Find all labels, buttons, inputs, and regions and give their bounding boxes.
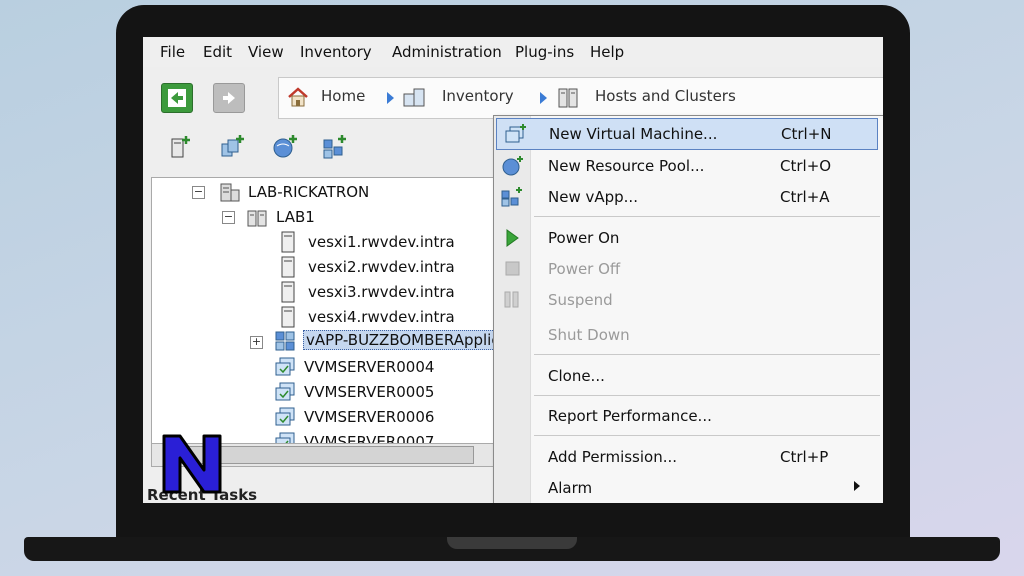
menu-item-shut-down: Shut Down: [494, 320, 883, 350]
tree-item-label: vesxi3.rwvdev.intra: [308, 283, 455, 301]
collapse-toggle[interactable]: −: [222, 211, 235, 224]
tree-item-label: VVMSERVER0006: [304, 408, 435, 426]
hosts-clusters-icon: [558, 88, 578, 108]
menu-bar: File Edit View Inventory Administration …: [143, 37, 883, 67]
tree-item-label-selected: vAPP-BUZZBOMBERApplic: [303, 330, 497, 350]
cluster-icon: [247, 210, 267, 227]
menu-separator: [534, 395, 880, 396]
new-cluster-icon[interactable]: [219, 133, 247, 161]
menu-separator: [534, 354, 880, 355]
host-server-icon: [281, 231, 295, 253]
arrow-left-icon: [168, 89, 186, 107]
arrow-right-icon: [223, 92, 235, 104]
menu-item-label: New Virtual Machine...: [549, 125, 718, 143]
vsphere-client-window: File Edit View Inventory Administration …: [143, 37, 883, 503]
menu-file[interactable]: File: [160, 43, 185, 61]
datacenter-icon: [220, 183, 240, 202]
virtual-machine-icon: [275, 357, 295, 376]
menu-item-report-performance[interactable]: Report Performance...: [494, 401, 883, 431]
n-logo-icon: [162, 434, 222, 494]
forward-button[interactable]: [213, 83, 245, 113]
new-vapp-icon[interactable]: [321, 133, 349, 161]
breadcrumb: Home Inventory Hosts and Clusters: [278, 77, 883, 119]
context-menu: New Virtual Machine... Ctrl+N New Resour…: [493, 115, 883, 503]
tree-item-label: vesxi1.rwvdev.intra: [308, 233, 455, 251]
menu-item-label: Clone...: [548, 367, 605, 385]
menu-item-shortcut: Ctrl+N: [781, 125, 832, 143]
menu-item-label: Shut Down: [548, 326, 630, 344]
new-resource-pool-icon[interactable]: [271, 133, 299, 161]
host-server-icon: [281, 306, 295, 328]
tree-item-label: LAB1: [276, 208, 315, 226]
chevron-right-icon: [387, 92, 394, 104]
tree-item-label: vesxi2.rwvdev.intra: [308, 258, 455, 276]
virtual-machine-icon: [275, 407, 295, 426]
home-icon: [288, 87, 308, 107]
menu-item-add-permission[interactable]: Add Permission... Ctrl+P: [494, 442, 883, 472]
menu-item-label: Alarm: [548, 479, 593, 497]
menu-item-label: New Resource Pool...: [548, 157, 705, 175]
new-vm-icon: [505, 124, 526, 143]
menu-administration[interactable]: Administration: [392, 43, 502, 61]
menu-item-label: Report Performance...: [548, 407, 712, 425]
menu-item-power-on[interactable]: Power On: [494, 223, 883, 253]
laptop-notch: [447, 537, 577, 549]
collapse-toggle[interactable]: −: [192, 186, 205, 199]
menu-separator: [534, 216, 880, 217]
menu-separator: [534, 435, 880, 436]
menu-item-label: Power Off: [548, 260, 621, 278]
pause-icon: [504, 291, 519, 308]
menu-item-new-vapp[interactable]: New vApp... Ctrl+A: [494, 182, 883, 212]
expand-toggle[interactable]: +: [250, 336, 263, 349]
inventory-tree: − LAB-RICKATRON − LAB1 vesxi1.rwvdev.int…: [151, 177, 498, 461]
stop-icon: [505, 261, 520, 276]
virtual-machine-icon: [275, 382, 295, 401]
host-server-icon: [281, 281, 295, 303]
host-server-icon: [281, 256, 295, 278]
menu-inventory[interactable]: Inventory: [300, 43, 372, 61]
menu-item-shortcut: Ctrl+A: [780, 188, 830, 206]
menu-item-alarm[interactable]: Alarm: [494, 473, 883, 503]
new-vapp-icon: [501, 187, 522, 207]
new-resource-pool-icon: [502, 156, 523, 176]
menu-item-shortcut: Ctrl+O: [780, 157, 832, 175]
breadcrumb-hosts-and-clusters[interactable]: Hosts and Clusters: [595, 87, 736, 105]
menu-item-label: New vApp...: [548, 188, 638, 206]
menu-item-power-off: Power Off: [494, 254, 883, 284]
menu-item-clone[interactable]: Clone...: [494, 361, 883, 391]
menu-item-label: Suspend: [548, 291, 613, 309]
breadcrumb-home[interactable]: Home: [321, 87, 365, 105]
menu-item-suspend: Suspend: [494, 285, 883, 315]
new-host-icon[interactable]: [167, 133, 195, 161]
tree-item-label: LAB-RICKATRON: [248, 183, 370, 201]
menu-help[interactable]: Help: [590, 43, 624, 61]
tree-item-label: VVMSERVER0005: [304, 383, 435, 401]
back-button[interactable]: [161, 83, 193, 113]
breadcrumb-inventory[interactable]: Inventory: [442, 87, 514, 105]
tree-item-label: vesxi4.rwvdev.intra: [308, 308, 455, 326]
menu-edit[interactable]: Edit: [203, 43, 232, 61]
submenu-arrow-icon: [854, 481, 860, 491]
menu-item-label: Add Permission...: [548, 448, 678, 466]
menu-item-new-resource-pool[interactable]: New Resource Pool... Ctrl+O: [494, 151, 883, 181]
vapp-icon: [275, 331, 295, 351]
menu-plugins[interactable]: Plug-ins: [515, 43, 574, 61]
play-icon: [506, 229, 519, 247]
chevron-right-icon: [540, 92, 547, 104]
tree-item-label: VVMSERVER0004: [304, 358, 435, 376]
menu-item-label: Power On: [548, 229, 620, 247]
menu-view[interactable]: View: [248, 43, 284, 61]
menu-item-new-virtual-machine[interactable]: New Virtual Machine... Ctrl+N: [496, 118, 878, 150]
menu-item-shortcut: Ctrl+P: [780, 448, 829, 466]
inventory-icon: [403, 88, 425, 107]
